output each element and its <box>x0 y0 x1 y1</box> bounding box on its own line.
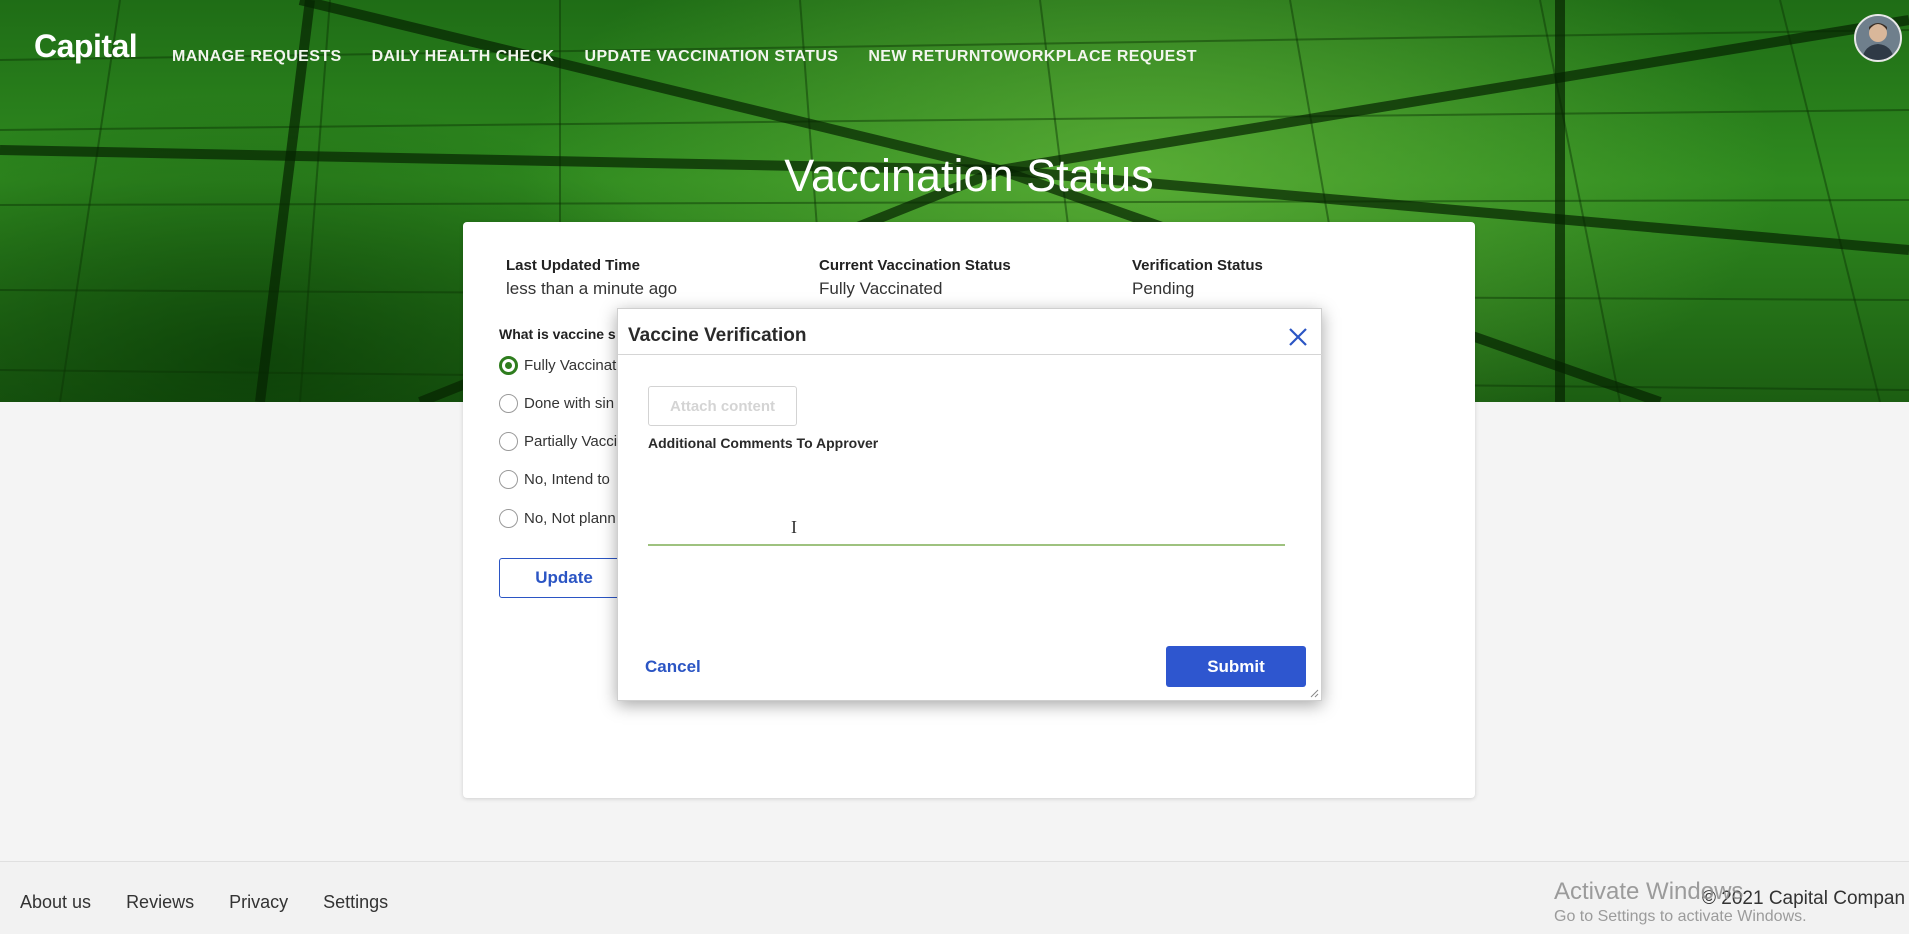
footer-link-reviews[interactable]: Reviews <box>126 892 194 913</box>
dialog-title: Vaccine Verification <box>628 325 807 346</box>
close-icon[interactable] <box>1286 325 1310 349</box>
vaccine-status-question: What is vaccine s <box>499 326 616 342</box>
nav-daily-health-check[interactable]: DAILY HEALTH CHECK <box>372 48 555 66</box>
footer-link-about-us[interactable]: About us <box>20 892 91 913</box>
page-title: Vaccination Status <box>784 150 1154 201</box>
option-partially-vaccinated[interactable]: Partially Vacci <box>499 432 617 451</box>
last-updated-value: less than a minute ago <box>506 279 678 298</box>
nav-manage-requests[interactable]: MANAGE REQUESTS <box>172 48 342 66</box>
verification-status-label: Verification Status <box>1132 257 1263 274</box>
vaccine-verification-dialog: Vaccine Verification Attach content Addi… <box>617 308 1323 701</box>
last-updated-section: Last Updated Time less than a minute ago <box>506 257 677 299</box>
dialog-divider <box>618 354 1323 355</box>
user-photo-icon <box>1856 16 1900 60</box>
radio-fully-vaccinated[interactable] <box>499 356 518 375</box>
option-label: No, Not plann <box>524 510 616 527</box>
footer-links: About us Reviews Privacy Settings <box>20 892 388 913</box>
option-label: No, Intend to <box>524 471 610 488</box>
activate-windows-watermark: Activate Windows <box>1554 878 1744 905</box>
submit-button[interactable]: Submit <box>1166 646 1306 687</box>
footer: About us Reviews Privacy Settings © 2021… <box>0 862 1909 934</box>
footer-link-settings[interactable]: Settings <box>323 892 388 913</box>
nav-new-return-to-workplace-request[interactable]: NEW RETURNTOWORKPLACE REQUEST <box>868 48 1197 66</box>
radio-partially-vaccinated[interactable] <box>499 432 518 451</box>
verification-status-value: Pending <box>1132 279 1195 298</box>
option-fully-vaccinated[interactable]: Fully Vaccinat <box>499 356 616 375</box>
cancel-button[interactable]: Cancel <box>645 657 701 677</box>
comments-textarea[interactable] <box>648 459 1285 546</box>
verification-status-section: Verification Status Pending <box>1132 257 1263 299</box>
current-status-label: Current Vaccination Status <box>819 257 1011 274</box>
update-button[interactable]: Update <box>499 558 629 598</box>
resize-grip-icon[interactable] <box>1309 688 1319 698</box>
comments-label: Additional Comments To Approver <box>648 435 879 451</box>
option-not-planning[interactable]: No, Not plann <box>499 509 616 528</box>
option-label: Fully Vaccinat <box>524 357 617 374</box>
top-navigation: MANAGE REQUESTS DAILY HEALTH CHECK UPDAT… <box>172 48 1197 66</box>
current-status-value: Fully Vaccinated <box>819 279 943 298</box>
footer-link-privacy[interactable]: Privacy <box>229 892 288 913</box>
radio-intend-to[interactable] <box>499 470 518 489</box>
activate-windows-hint: Go to Settings to activate Windows. <box>1554 908 1807 925</box>
attach-content-button[interactable]: Attach content <box>648 386 797 426</box>
nav-update-vaccination-status[interactable]: UPDATE VACCINATION STATUS <box>585 48 839 66</box>
option-intend-to[interactable]: No, Intend to <box>499 470 610 489</box>
option-label: Done with sin <box>524 395 615 412</box>
current-status-section: Current Vaccination Status Fully Vaccina… <box>819 257 1011 299</box>
capital-logo[interactable]: Capital <box>34 28 138 65</box>
last-updated-label: Last Updated Time <box>506 257 640 274</box>
radio-not-planning[interactable] <box>499 509 518 528</box>
text-cursor-icon: I <box>791 517 797 537</box>
radio-single-dose[interactable] <box>499 394 518 413</box>
option-label: Partially Vacci <box>524 433 618 450</box>
option-single-dose[interactable]: Done with sin <box>499 394 614 413</box>
user-avatar[interactable] <box>1854 14 1902 62</box>
